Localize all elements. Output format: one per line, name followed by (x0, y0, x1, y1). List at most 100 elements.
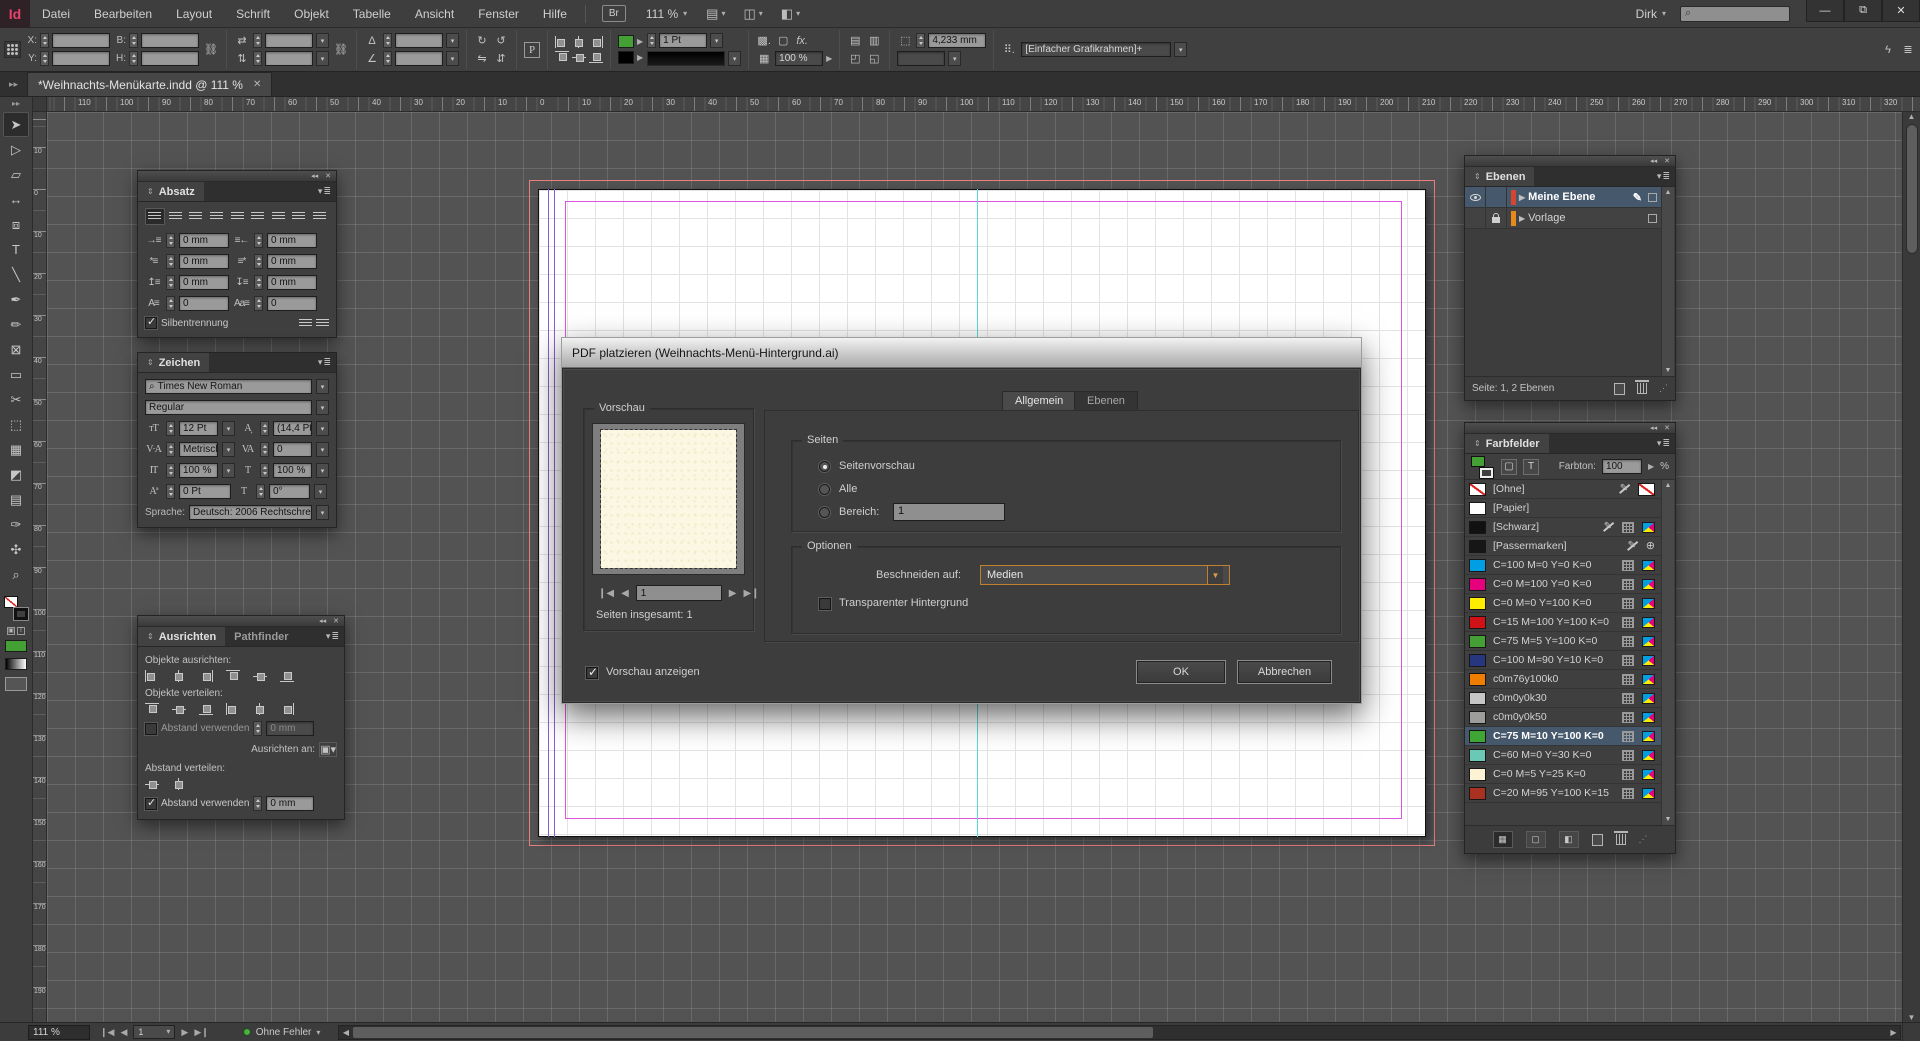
keep-options-icon[interactable] (299, 319, 312, 328)
layers-scrollbar[interactable]: ▲▼ (1661, 187, 1674, 376)
show-preview-checkbox[interactable] (586, 667, 598, 679)
zeichen-field-3-0[interactable]: 0 Pt (179, 484, 231, 499)
chevron-down-icon[interactable]: ▾ (316, 400, 329, 415)
stroke-weight-stepper[interactable] (647, 33, 656, 48)
rotate-cw-button[interactable]: ↻ (474, 33, 490, 48)
absatz-stepper-3-0[interactable] (166, 296, 175, 311)
align-to-dropdown[interactable]: ▣▾ (319, 742, 337, 757)
object-effects-button[interactable]: ▢ (775, 33, 791, 48)
distribute-spacing-c-button[interactable] (172, 778, 186, 790)
reference-point-locator[interactable] (4, 41, 21, 58)
justify-all-button[interactable] (268, 208, 288, 225)
chevron-down-icon[interactable]: ▾ (222, 442, 235, 457)
corner-radius-field[interactable]: 4,233 mm (928, 33, 986, 48)
swatch-row[interactable]: c0m0y0k30 (1465, 689, 1661, 708)
restore-button[interactable]: ⧉ (1844, 0, 1882, 22)
layer-target-square[interactable] (1648, 193, 1657, 202)
gradient-feather-tool[interactable]: ◩ (3, 462, 29, 487)
layer-visibility-toggle[interactable] (1465, 208, 1486, 228)
collapse-panel-icon[interactable]: ◂◂ (311, 172, 318, 180)
ok-button[interactable]: OK (1137, 661, 1225, 683)
pencil-tool[interactable]: ✏ (3, 312, 29, 337)
wrap-bounding-box-button[interactable]: ▥ (866, 33, 882, 48)
formatting-text-button[interactable]: T (17, 627, 25, 635)
minimize-button[interactable]: — (1806, 0, 1844, 22)
transparent-background-checkbox[interactable] (819, 598, 831, 610)
previous-page-icon[interactable]: ◀ (621, 588, 629, 599)
align-bottom-button[interactable] (589, 51, 603, 63)
menu-schrift[interactable]: Schrift (224, 0, 282, 27)
font-style-dropdown[interactable]: Regular (145, 400, 312, 415)
chevron-down-icon[interactable]: ▾ (948, 51, 961, 66)
preview-page-field[interactable]: 1 (636, 585, 722, 601)
absatz-stepper-1-1[interactable] (254, 254, 263, 269)
height-stepper[interactable] (129, 51, 138, 66)
distribute-m-button[interactable] (172, 703, 186, 715)
align-right-button[interactable] (589, 36, 603, 48)
tint-flyout[interactable]: ▶ (1648, 462, 1654, 471)
align-towards-spine-button[interactable] (289, 208, 309, 225)
seitenvorschau-radio[interactable] (819, 461, 830, 472)
scissors-tool[interactable]: ✂ (3, 387, 29, 412)
free-transform-tool[interactable]: ⬚ (3, 412, 29, 437)
zeichen-stepper-0-0[interactable] (166, 421, 175, 436)
zeichen-stepper-0-1[interactable] (260, 421, 269, 436)
absatz-field-0-0[interactable]: 0 mm (179, 233, 229, 248)
gap-tool[interactable]: ↔ (3, 187, 29, 212)
align-middle-button[interactable] (572, 51, 586, 63)
spacing-stepper[interactable] (253, 721, 262, 736)
document-canvas[interactable]: ◂◂✕ ⇕Absatz ▾≣ →≡0 mm≡←0 mm*≡0 mm≡*0 mm↥… (47, 112, 1920, 1022)
type-tool[interactable]: T (3, 237, 29, 262)
swatch-row[interactable]: C=75 M=10 Y=100 K=0 (1465, 727, 1661, 746)
chevron-down-icon[interactable]: ▾ (1174, 42, 1187, 57)
rotation-stepper[interactable] (383, 33, 392, 48)
arrange-documents-dropdown[interactable]: ◧▾ (781, 6, 800, 22)
layer-name[interactable]: Vorlage (1528, 212, 1565, 224)
page-tool[interactable]: ▱ (3, 162, 29, 187)
ruler-origin-corner[interactable] (33, 97, 47, 112)
document-tab[interactable]: *Weihnachts-Menükarte.indd @ 111 % ✕ (27, 72, 272, 96)
align-center-button[interactable] (572, 36, 586, 48)
expand-panels-icon[interactable]: ▸▸ (0, 79, 27, 90)
scroll-right-icon[interactable]: ▶ (1887, 1026, 1900, 1039)
expand-triangle-icon[interactable]: ▶ (1519, 214, 1525, 223)
chevron-down-icon[interactable]: ▾ (222, 421, 235, 436)
absatz-field-1-0[interactable]: 0 mm (179, 254, 229, 269)
chevron-down-icon[interactable]: ▾ (446, 51, 459, 66)
line-tool[interactable]: ╲ (3, 262, 29, 287)
x-position-field[interactable] (52, 33, 110, 48)
content-collector-tool[interactable]: ⧈ (3, 212, 29, 237)
width-stepper[interactable] (129, 33, 138, 48)
swatch-row[interactable]: C=60 M=0 Y=30 K=0 (1465, 746, 1661, 765)
zeichen-field-1-1[interactable]: 0 (273, 442, 312, 457)
menu-hilfe[interactable]: Hilfe (531, 0, 579, 27)
resize-grip-icon[interactable]: ⋰ (1639, 834, 1648, 845)
horizontal-ruler[interactable]: 1101009080706050403020100102030405060708… (47, 97, 1920, 112)
zeichen-field-0-0[interactable]: 12 Pt (179, 421, 218, 436)
justify-left-button[interactable] (207, 208, 227, 225)
bereich-radio[interactable] (819, 507, 830, 518)
last-page-icon[interactable]: ▶❙ (194, 1027, 208, 1038)
object-style-dropdown[interactable]: [Einfacher Grafikrahmen]+ (1021, 42, 1171, 57)
fill-stroke-proxy[interactable] (3, 595, 29, 621)
justify-right-button[interactable] (248, 208, 268, 225)
fill-flyout[interactable]: ▶ (637, 37, 643, 46)
dialog-title-bar[interactable]: PDF platzieren (Weihnachts-Menü-Hintergr… (562, 338, 1361, 368)
ruler-guide-violet[interactable] (554, 189, 555, 837)
control-panel-menu-icon[interactable]: ≣ (1900, 42, 1916, 57)
chevron-down-icon[interactable]: ▾ (314, 484, 327, 499)
hyphenate-checkbox[interactable] (145, 317, 157, 329)
zeichen-stepper-2-1[interactable] (260, 463, 269, 478)
width-field[interactable] (141, 33, 199, 48)
zeichen-field-2-0[interactable]: 100 % (179, 463, 218, 478)
layer-row[interactable]: ▶Meine Ebene✎ (1465, 187, 1661, 208)
align-c-button[interactable] (172, 670, 186, 682)
chevron-down-icon[interactable]: ▾ (316, 463, 329, 478)
close-icon[interactable]: ✕ (325, 172, 331, 180)
tab-pathfinder[interactable]: Pathfinder (225, 627, 297, 646)
absatz-field-2-1[interactable]: 0 mm (267, 275, 317, 290)
rectangle-tool[interactable]: ▭ (3, 362, 29, 387)
eyedropper-tool[interactable]: ✑ (3, 512, 29, 537)
absatz-stepper-0-0[interactable] (166, 233, 175, 248)
apply-gradient-button[interactable] (5, 658, 27, 670)
